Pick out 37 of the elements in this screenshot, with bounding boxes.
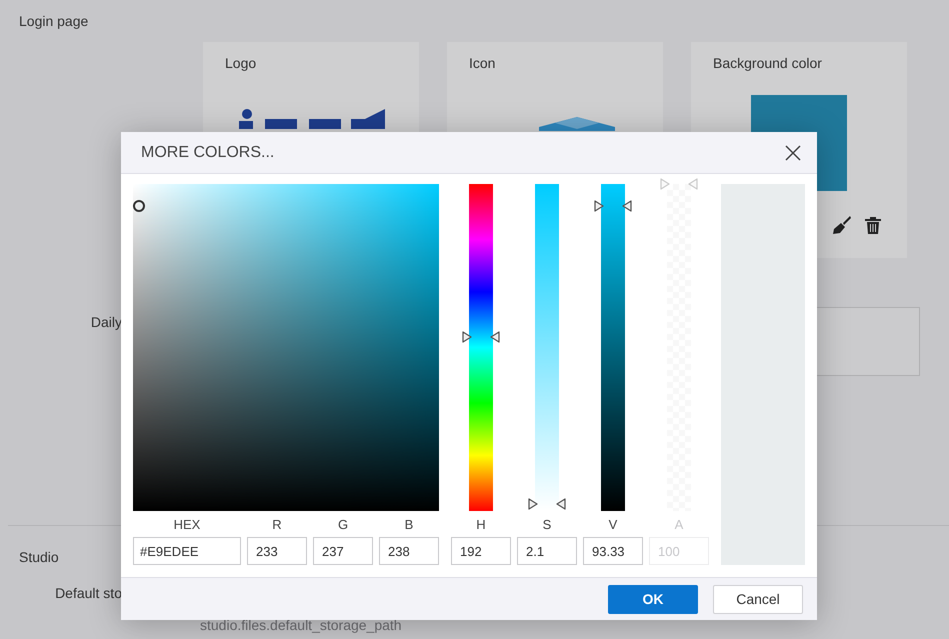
card-title: Icon bbox=[469, 55, 496, 71]
dialog-title: MORE COLORS... bbox=[141, 144, 274, 162]
field-label: V bbox=[608, 516, 618, 532]
field-label: H bbox=[475, 516, 487, 532]
color-field[interactable] bbox=[133, 184, 439, 511]
field-label: HEX bbox=[172, 516, 202, 532]
field-label: Default sto bbox=[54, 585, 122, 601]
brush-icon[interactable] bbox=[831, 215, 851, 235]
channel-field[interactable]: 238 bbox=[379, 537, 439, 565]
channel-field[interactable]: 192 bbox=[451, 537, 511, 565]
channel-field[interactable]: 237 bbox=[313, 537, 373, 565]
card-title: Background color bbox=[713, 55, 822, 71]
field-label: G bbox=[336, 516, 350, 532]
slider-thumb[interactable] bbox=[462, 330, 500, 344]
value-slider[interactable] bbox=[594, 184, 632, 511]
hue-slider[interactable] bbox=[462, 184, 500, 511]
trash-icon[interactable] bbox=[863, 215, 883, 235]
field-label: S bbox=[542, 516, 552, 532]
section-title: Studio bbox=[18, 548, 59, 566]
channel-field[interactable]: 93.33 bbox=[583, 537, 643, 565]
section-title: Login page bbox=[18, 12, 88, 30]
slider-thumb[interactable] bbox=[594, 198, 632, 213]
saturation-slider[interactable] bbox=[528, 184, 566, 511]
field-label: B bbox=[404, 516, 414, 532]
cancel-button[interactable]: Cancel bbox=[713, 584, 803, 614]
field-value: studio.files.default_storage_path bbox=[200, 617, 402, 633]
channel-field[interactable]: 2.1 bbox=[517, 537, 577, 565]
ok-button[interactable]: OK bbox=[608, 584, 698, 614]
card-title: Logo bbox=[225, 55, 256, 71]
field-label: R bbox=[271, 516, 283, 532]
picker-handle[interactable] bbox=[133, 200, 146, 212]
slider-thumb[interactable] bbox=[528, 497, 566, 512]
hex-field[interactable]: #E9EDEE bbox=[133, 537, 241, 565]
close-icon[interactable] bbox=[785, 144, 801, 160]
field-label: A bbox=[674, 516, 684, 532]
channel-field[interactable]: 233 bbox=[247, 537, 307, 565]
field-label: Daily bbox=[90, 314, 122, 330]
